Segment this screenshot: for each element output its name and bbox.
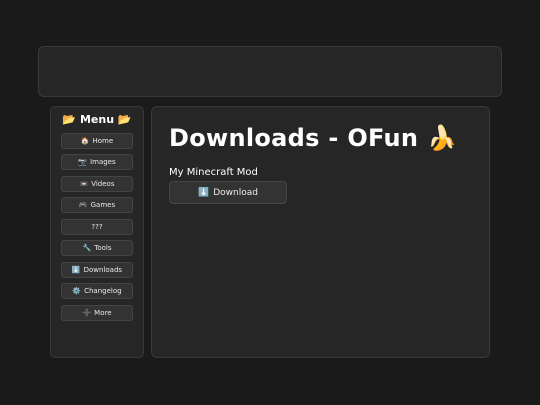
sidebar-item-more[interactable]: ➕ More — [61, 305, 133, 321]
sidebar-item-changelog[interactable]: ⚙️ Changelog — [61, 283, 133, 299]
sidebar-item-label: Downloads — [83, 266, 123, 274]
page-title: Downloads - OFun 🍌 — [169, 124, 457, 152]
camera-icon: 📷 — [78, 158, 88, 166]
sidebar-item-label: Games — [90, 201, 116, 209]
sidebar-item-images[interactable]: 📷 Images — [61, 154, 133, 170]
sidebar-item-tools[interactable]: 🔧 Tools — [61, 240, 133, 256]
sidebar-item-label: More — [94, 309, 112, 317]
down-arrow-icon: ⬇️ — [71, 266, 81, 274]
plus-icon: ➕ — [82, 309, 92, 317]
sidebar-item-label: ??? — [91, 223, 103, 231]
sidebar-item-label: Videos — [91, 180, 115, 188]
sidebar-item-home[interactable]: 🏠 Home — [61, 133, 133, 149]
gear-icon: ⚙️ — [72, 287, 82, 295]
sidebar-item-label: Tools — [94, 244, 112, 252]
sidebar-item-games[interactable]: 🎮 Games — [61, 197, 133, 213]
banana-icon: 🍌 — [426, 124, 458, 152]
sidebar: 📂 Menu 📂 🏠 Home 📷 Images 📼 Videos 🎮 Game… — [50, 106, 144, 358]
folder-open-icon: 📂 — [62, 113, 77, 126]
down-arrow-icon: ⬇️ — [198, 187, 210, 198]
main-content: Downloads - OFun 🍌 My Minecraft Mod ⬇️ D… — [151, 106, 490, 358]
menu-title-label: Menu — [79, 113, 115, 126]
sidebar-item-label: Home — [92, 137, 114, 145]
wrench-icon: 🔧 — [82, 244, 92, 252]
gamepad-icon: 🎮 — [78, 201, 88, 209]
house-icon: 🏠 — [80, 137, 90, 145]
download-button-label: Download — [213, 187, 258, 198]
header-bar — [38, 46, 502, 97]
download-button[interactable]: ⬇️ Download — [169, 181, 287, 204]
mod-label: My Minecraft Mod — [169, 167, 258, 178]
sidebar-item-label: Images — [90, 158, 116, 166]
sidebar-item-videos[interactable]: 📼 Videos — [61, 176, 133, 192]
sidebar-item-downloads[interactable]: ⬇️ Downloads — [61, 262, 133, 278]
sidebar-item-mystery[interactable]: ??? — [61, 219, 133, 235]
folder-open-icon: 📂 — [117, 113, 132, 126]
menu-title: 📂 Menu 📂 — [51, 113, 143, 126]
sidebar-item-label: Changelog — [84, 287, 122, 295]
page-title-text: Downloads - OFun — [169, 124, 419, 152]
videocassette-icon: 📼 — [79, 180, 89, 188]
